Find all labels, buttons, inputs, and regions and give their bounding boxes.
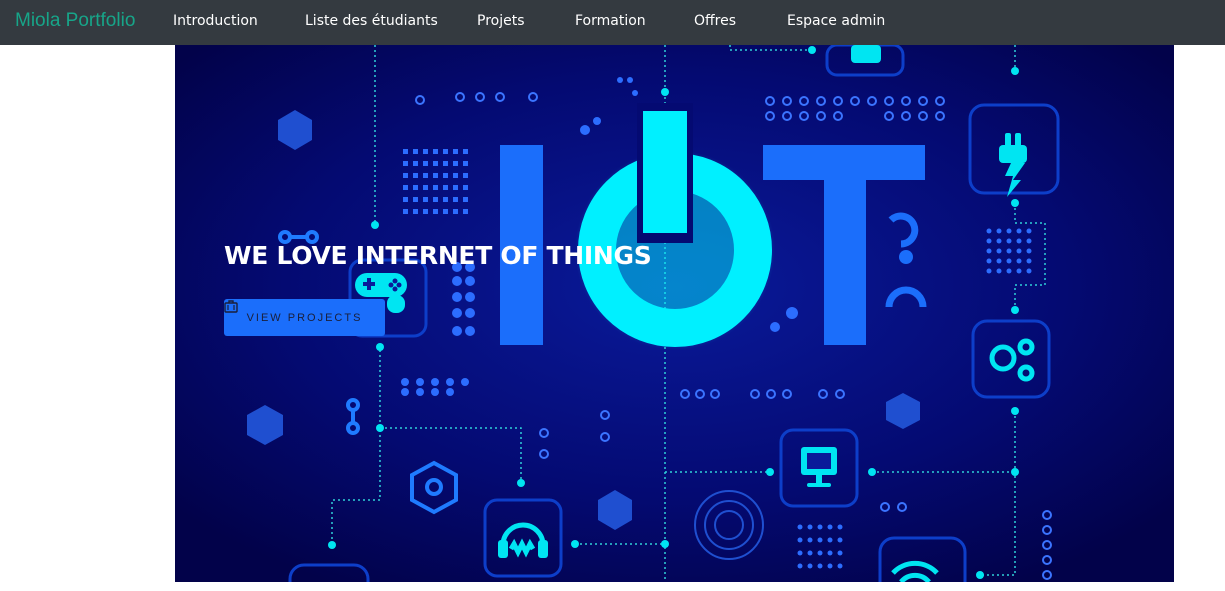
top-navbar: Miola Portfolio Introduction Liste des é… xyxy=(0,0,1225,45)
nav-liste-etudiants[interactable]: Liste des étudiants xyxy=(305,13,438,29)
nav-formation[interactable]: Formation xyxy=(575,13,646,29)
nav-espace-admin[interactable]: Espace admin xyxy=(787,13,885,29)
view-projects-label: VIEW PROJECTS xyxy=(246,311,363,324)
brand-link[interactable]: Miola Portfolio xyxy=(15,10,135,32)
view-projects-button[interactable]: VIEW PROJECTS xyxy=(224,299,385,336)
nav-projets[interactable]: Projets xyxy=(477,13,525,29)
nav-introduction[interactable]: Introduction xyxy=(173,13,258,29)
hero-title: WE LOVE INTERNET OF THINGS xyxy=(224,241,652,270)
hero-banner: WE LOVE INTERNET OF THINGS VIEW PROJECTS xyxy=(175,45,1174,582)
nav-offres[interactable]: Offres xyxy=(694,13,736,29)
briefcase-icon xyxy=(224,300,238,313)
